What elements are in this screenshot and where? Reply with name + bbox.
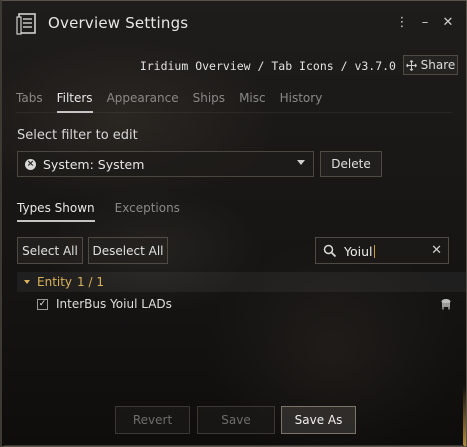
tab-history[interactable]: History [280, 91, 323, 113]
chevron-down-icon [297, 160, 305, 165]
overview-settings-window: Overview Settings ⋮ – ✕ Iridium Overview… [0, 0, 467, 447]
group-label: Entity [37, 275, 73, 289]
text-cursor [373, 245, 375, 258]
entity-group-header[interactable]: Entity 1 / 1 [17, 272, 466, 292]
revert-button[interactable]: Revert [115, 406, 190, 434]
clear-search-icon[interactable]: ✕ [431, 243, 442, 258]
select-all-button[interactable]: Select All [17, 237, 83, 264]
list-item[interactable]: ✓ InterBus Yoiul LADs [17, 294, 466, 314]
minimize-icon[interactable]: – [417, 15, 433, 31]
tab-exceptions[interactable]: Exceptions [115, 201, 180, 222]
structure-type-icon [441, 299, 451, 310]
expand-triangle-icon [24, 280, 30, 284]
profile-path: Iridium Overview / Tab Icons / v3.7.0 [139, 59, 396, 73]
save-button[interactable]: Save [197, 406, 275, 434]
tab-ships[interactable]: Ships [193, 91, 225, 113]
window-title: Overview Settings [48, 14, 189, 32]
filter-remove-icon: × [25, 158, 36, 170]
overview-app-icon [16, 13, 36, 35]
resize-corner-accent [463, 386, 466, 446]
filter-subtabs: Types Shown Exceptions [17, 201, 200, 222]
share-button[interactable]: Share [403, 55, 458, 75]
tab-types-shown[interactable]: Types Shown [17, 201, 95, 222]
delete-button[interactable]: Delete [320, 151, 382, 177]
more-options-icon[interactable]: ⋮ [394, 15, 410, 31]
tab-tabs[interactable]: Tabs [16, 91, 43, 113]
filter-selected-value: System: System [43, 156, 145, 172]
main-tabs: Tabs Filters Appearance Ships Misc Histo… [16, 91, 336, 113]
search-icon [323, 244, 337, 258]
filter-select[interactable]: × System: System [17, 151, 314, 177]
list-item-label: InterBus Yoiul LADs [56, 297, 172, 311]
item-checkbox[interactable]: ✓ [37, 298, 48, 310]
search-field[interactable]: Yoiul ✕ [315, 237, 449, 264]
tab-misc[interactable]: Misc [239, 91, 266, 113]
save-as-button[interactable]: Save As [281, 406, 356, 434]
share-icon [405, 59, 417, 71]
close-icon[interactable]: ✕ [440, 15, 456, 31]
tab-appearance[interactable]: Appearance [107, 91, 179, 113]
tab-filters[interactable]: Filters [56, 91, 93, 113]
window-bottom-border [4, 445, 464, 446]
deselect-all-button[interactable]: Deselect All [88, 237, 168, 264]
search-input[interactable]: Yoiul [344, 244, 373, 259]
group-count: 1 / 1 [77, 275, 104, 289]
tabs-divider [16, 112, 452, 113]
filter-section-label: Select filter to edit [17, 128, 138, 143]
share-label: Share [420, 58, 456, 72]
